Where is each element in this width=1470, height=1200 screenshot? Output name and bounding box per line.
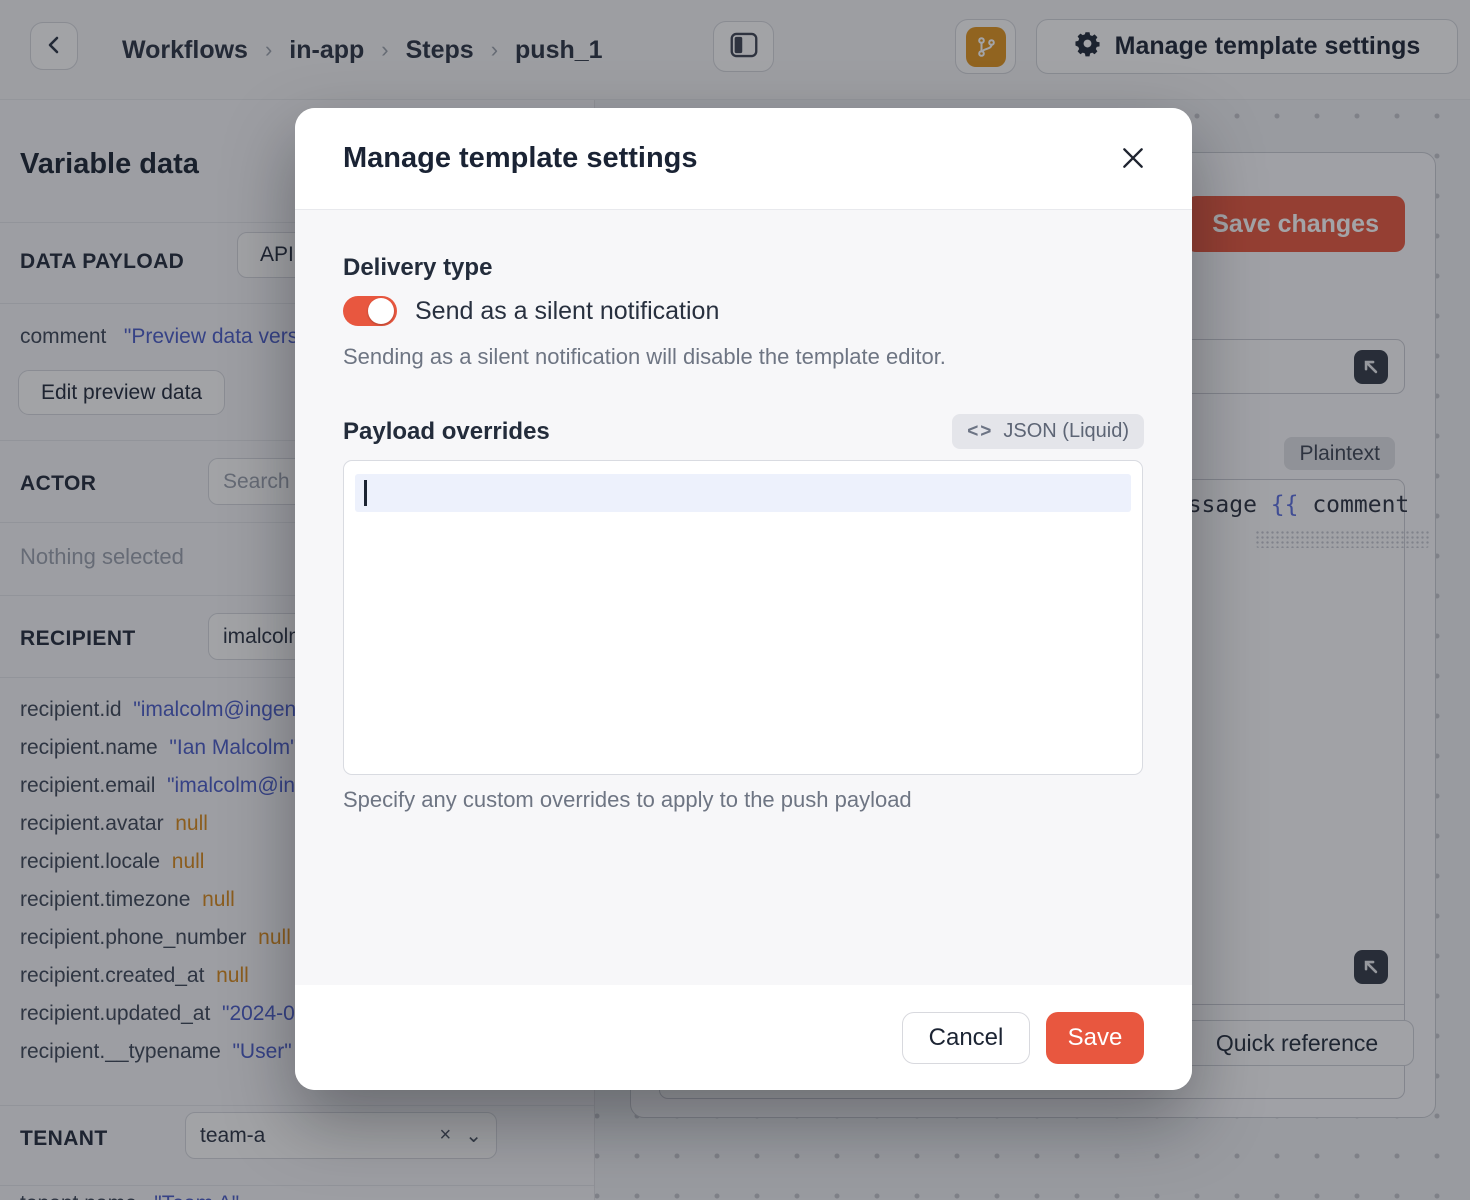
modal-body: Delivery type Send as a silent notificat… — [295, 210, 1192, 985]
payload-helper-text: Specify any custom overrides to apply to… — [343, 787, 912, 813]
delivery-type-heading: Delivery type — [343, 254, 492, 282]
payload-overrides-editor[interactable] — [343, 460, 1143, 775]
silent-notification-row: Send as a silent notification — [343, 296, 719, 326]
page: Workflows › in-app › Steps › push_1 — [0, 0, 1470, 1200]
delivery-description: Sending as a silent notification will di… — [343, 344, 946, 370]
code-icon: <> — [967, 421, 993, 443]
save-button[interactable]: Save — [1046, 1012, 1144, 1064]
toggle-knob — [368, 298, 394, 324]
modal-footer: Cancel Save — [295, 985, 1192, 1090]
close-icon — [1120, 145, 1146, 174]
silent-notification-label: Send as a silent notification — [415, 297, 719, 326]
cancel-button[interactable]: Cancel — [902, 1012, 1030, 1064]
modal-title: Manage template settings — [343, 142, 698, 175]
json-badge-label: JSON (Liquid) — [1003, 420, 1129, 443]
editor-active-line — [355, 474, 1131, 512]
close-button[interactable] — [1116, 142, 1150, 176]
text-cursor — [364, 480, 367, 506]
modal-header: Manage template settings — [295, 108, 1192, 210]
json-liquid-badge: <> JSON (Liquid) — [952, 414, 1144, 449]
manage-template-settings-modal: Manage template settings Delivery type S… — [295, 108, 1192, 1090]
payload-overrides-heading: Payload overrides — [343, 418, 550, 446]
silent-notification-toggle[interactable] — [343, 296, 397, 326]
